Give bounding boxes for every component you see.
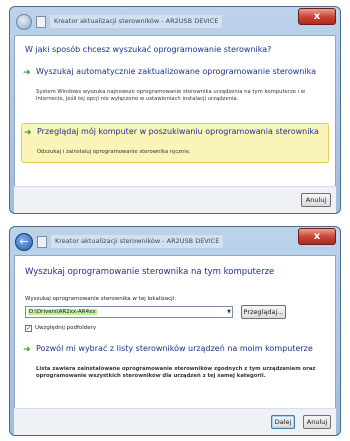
option-description: Odszukaj i zainstaluj oprogramowanie ste… (37, 149, 191, 155)
dropdown-arrow-icon[interactable]: ▼ (227, 307, 231, 317)
title-bar: ← Kreator aktualizacji sterowników - AR2… (10, 227, 340, 255)
option-description: Lista zawiera zainstalowane oprogramowan… (36, 366, 316, 379)
close-button[interactable]: x (298, 228, 336, 245)
option-search-automatically[interactable]: ➜ Wyszukaj automatycznie zaktualizowane … (21, 67, 329, 121)
wizard-icon (37, 236, 47, 248)
driver-update-wizard-window-1: Kreator aktualizacji sterowników - AR2US… (9, 6, 341, 214)
option-title[interactable]: Wyszukaj automatycznie zaktualizowane op… (36, 67, 323, 77)
browse-button[interactable]: Przeglądaj... (241, 305, 286, 319)
driver-update-wizard-window-2: ← Kreator aktualizacji sterowników - AR2… (9, 226, 341, 436)
wizard-icon (36, 16, 46, 28)
option-browse-computer[interactable]: ➜ Przeglądaj mój komputer w poszukiwaniu… (21, 123, 329, 163)
page-heading: W jaki sposób chcesz wyszukać oprogramow… (25, 45, 272, 54)
back-arrow-icon[interactable]: ← (15, 233, 33, 251)
back-button-disabled (16, 14, 32, 30)
include-subfolders-checkbox[interactable]: ✓ (25, 325, 32, 332)
wizard-footer: Dalej Anuluj (14, 408, 336, 435)
window-title: Kreator aktualizacji sterowników - AR2US… (50, 15, 223, 28)
close-button[interactable]: x (298, 8, 336, 25)
green-arrow-icon: ➜ (24, 128, 32, 138)
include-subfolders-label: Uwzględnij podfoldery (35, 325, 97, 331)
wizard-content: Wyszukaj oprogramowanie sterownika na ty… (14, 255, 336, 409)
page-heading: Wyszukaj oprogramowanie sterownika na ty… (25, 267, 275, 277)
option-title[interactable]: Pozwól mi wybrać z listy sterowników urz… (36, 344, 323, 354)
green-arrow-icon: ➜ (23, 345, 31, 355)
wizard-footer: Anuluj (14, 186, 336, 213)
driver-path-input[interactable]: D:\Drivers\AR2xx-AR4xx ▼ (25, 306, 233, 318)
wizard-content: W jaki sposób chcesz wyszukać oprogramow… (14, 35, 336, 187)
cancel-button[interactable]: Anuluj (301, 193, 331, 207)
location-label: Wyszukaj oprogramowanie sterownika w tej… (25, 296, 177, 302)
title-bar: Kreator aktualizacji sterowników - AR2US… (10, 7, 340, 35)
green-arrow-icon: ➜ (23, 68, 31, 78)
next-button[interactable]: Dalej (271, 415, 295, 429)
path-value: D:\Drivers\AR2xx-AR4xx (28, 309, 97, 315)
option-title[interactable]: Przeglądaj mój komputer w poszukiwaniu o… (37, 127, 322, 137)
window-title: Kreator aktualizacji sterowników - AR2US… (51, 235, 224, 248)
cancel-button[interactable]: Anuluj (303, 415, 331, 429)
option-description: System Windows wyszuka najnowsze oprogra… (36, 89, 306, 102)
option-pick-from-list[interactable]: ➜ Pozwól mi wybrać z listy sterowników u… (21, 344, 329, 394)
